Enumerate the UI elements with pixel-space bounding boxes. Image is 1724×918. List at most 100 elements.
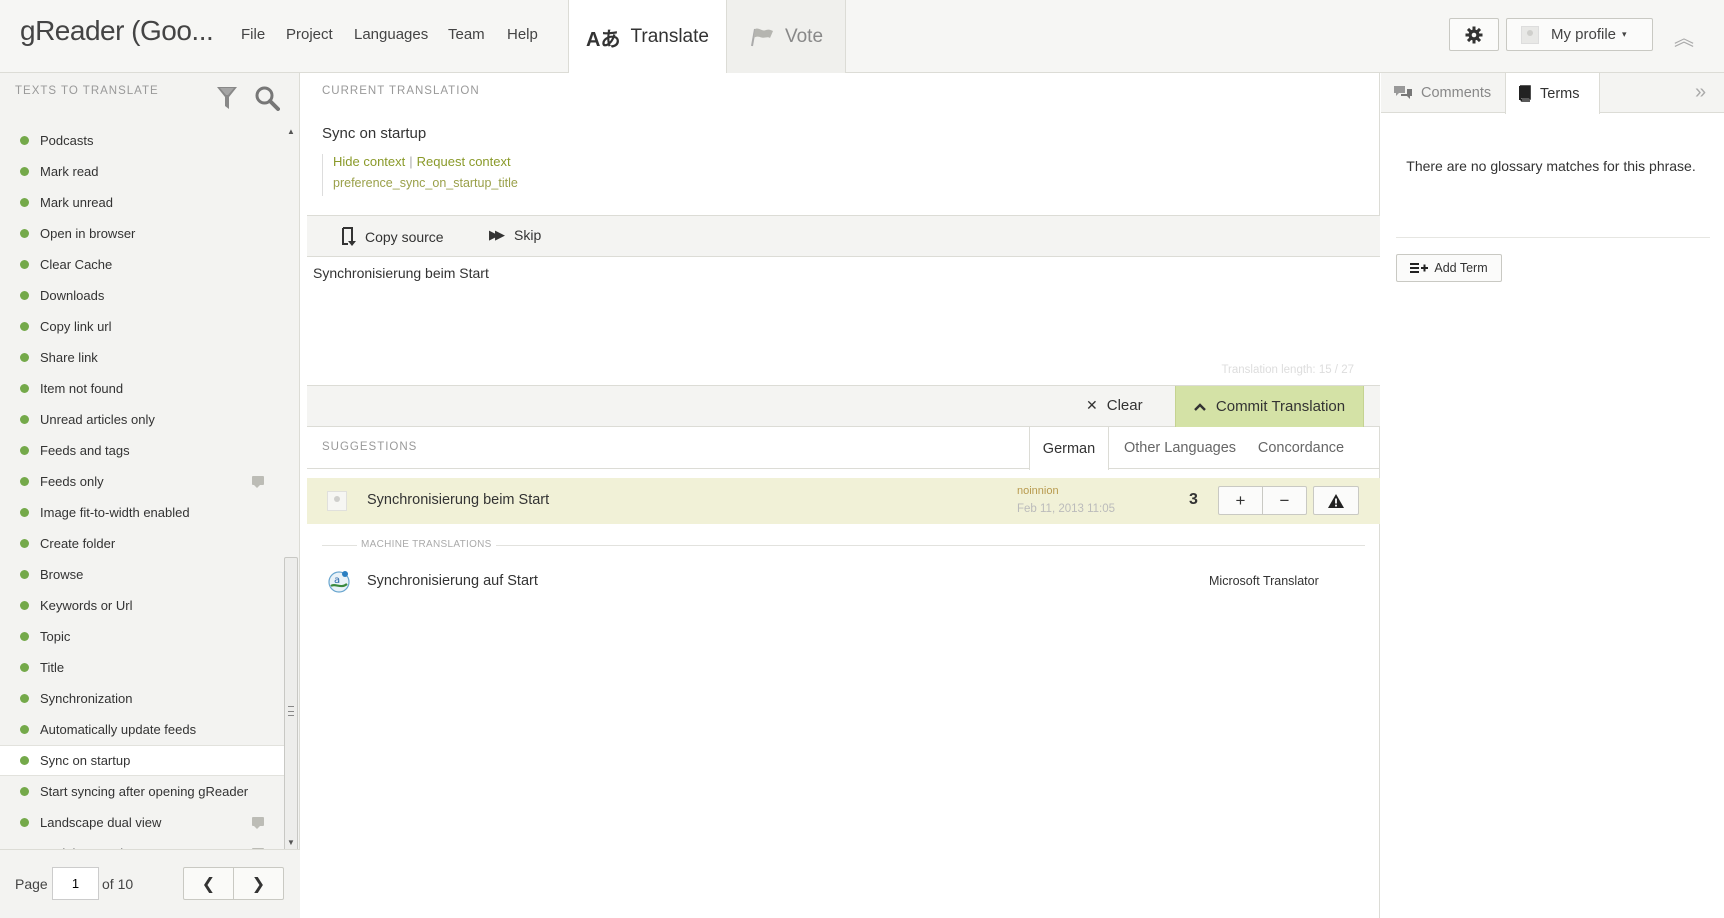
string-list-item-label: Copy link url: [40, 319, 112, 334]
string-list-item-label: Topic: [40, 629, 71, 644]
current-translation-heading: CURRENT TRANSLATION: [322, 85, 480, 97]
request-context-link[interactable]: Request context: [417, 154, 511, 169]
minus-icon: −: [1279, 490, 1290, 510]
skip-label: Skip: [514, 227, 542, 243]
string-list-item-label: Keywords or Url: [40, 598, 133, 613]
string-list-item[interactable]: Item not found: [0, 373, 284, 404]
gear-icon: [1465, 26, 1483, 43]
string-list-item[interactable]: Downloads: [0, 280, 284, 311]
caret-down-icon: ▾: [1622, 29, 1627, 39]
clear-label: Clear: [1106, 397, 1143, 414]
collapse-panel-icon[interactable]: »: [1695, 81, 1706, 104]
string-list-item[interactable]: Open in browser: [0, 218, 284, 249]
translated-status-icon: [20, 415, 29, 424]
string-key: preference_sync_on_startup_title: [333, 176, 518, 190]
page-number-input[interactable]: [52, 867, 99, 900]
suggestion-row[interactable]: Synchronisierung beim Start noinnion Feb…: [307, 478, 1380, 524]
grip-icon: [288, 706, 294, 716]
tab-comments[interactable]: Comments: [1393, 73, 1491, 113]
skip-button[interactable]: ▶▶ Skip: [489, 227, 541, 243]
profile-button[interactable]: My profile ▾: [1506, 18, 1653, 51]
copy-source-button[interactable]: Copy source: [340, 227, 444, 247]
string-list-item[interactable]: Image fit-to-width enabled: [0, 497, 284, 528]
menu-help[interactable]: Help: [507, 26, 538, 43]
string-list-item[interactable]: Social Network: [0, 838, 284, 849]
string-list-item[interactable]: Synchronization: [0, 683, 284, 714]
tab-german[interactable]: German: [1029, 427, 1109, 470]
project-title[interactable]: gReader (Goo...: [20, 15, 214, 47]
add-term-button[interactable]: Add Term: [1396, 254, 1502, 282]
translation-input[interactable]: Synchronisierung beim Start: [307, 257, 1380, 387]
string-list-item[interactable]: Title: [0, 652, 284, 683]
close-icon: ✕: [1086, 397, 1098, 413]
string-list-item[interactable]: Copy link url: [0, 311, 284, 342]
translated-status-icon: [20, 353, 29, 362]
translated-status-icon: [20, 756, 29, 765]
string-list-item[interactable]: Podcasts: [0, 125, 284, 156]
scroll-thumb[interactable]: [284, 557, 298, 867]
string-list-item[interactable]: Mark read: [0, 156, 284, 187]
plus-icon: +: [1235, 490, 1246, 510]
scroll-up-icon[interactable]: ▲: [287, 127, 295, 136]
tab-terms-label: Terms: [1540, 85, 1580, 102]
vote-up-button[interactable]: +: [1218, 486, 1263, 515]
string-list-item[interactable]: Automatically update feeds: [0, 714, 284, 745]
vote-down-button[interactable]: −: [1262, 486, 1307, 515]
string-list-item[interactable]: Share link: [0, 342, 284, 373]
menu-file[interactable]: File: [241, 26, 265, 43]
string-list-item-label: Landscape dual view: [40, 815, 162, 830]
strings-sidebar: TEXTS TO TRANSLATE Podcasts Mark read Mark…: [0, 73, 300, 918]
string-list-item[interactable]: Unread articles only: [0, 404, 284, 435]
settings-button[interactable]: [1449, 18, 1499, 51]
clear-button[interactable]: ✕ Clear: [1086, 397, 1143, 414]
tab-translate[interactable]: Aあ Translate: [568, 0, 727, 74]
chevron-right-icon: ❯: [251, 875, 266, 893]
translate-icon: Aあ: [586, 28, 621, 51]
string-list-item[interactable]: Browse: [0, 559, 284, 590]
translated-status-icon: [20, 663, 29, 672]
commit-translation-button[interactable]: Commit Translation: [1175, 386, 1364, 427]
tab-vote[interactable]: Vote: [726, 0, 846, 73]
previous-page-button[interactable]: ❮: [183, 867, 234, 900]
translated-status-icon: [20, 539, 29, 548]
tab-other-languages[interactable]: Other Languages: [1115, 427, 1245, 469]
string-list-item[interactable]: Clear Cache: [0, 249, 284, 280]
next-page-button[interactable]: ❯: [233, 867, 284, 900]
report-button[interactable]: [1313, 486, 1359, 515]
list-scrollbar[interactable]: ▲ ▼: [284, 125, 298, 867]
suggestion-author[interactable]: noinnion: [1017, 485, 1059, 497]
search-icon[interactable]: [254, 85, 280, 111]
right-panel-tabs: Comments Terms »: [1381, 73, 1724, 114]
tab-concordance[interactable]: Concordance: [1247, 427, 1355, 469]
scroll-down-icon[interactable]: ▼: [287, 838, 295, 847]
translated-status-icon: [20, 694, 29, 703]
string-list-item[interactable]: Landscape dual view: [0, 807, 284, 838]
right-panel: Comments Terms » There are no glossary m…: [1381, 73, 1724, 918]
sidebar-title: TEXTS TO TRANSLATE: [15, 85, 159, 97]
menu-languages[interactable]: Languages: [354, 26, 428, 43]
warning-icon: [1328, 493, 1344, 508]
suggestion-text: Synchronisierung beim Start: [367, 492, 550, 508]
string-list-item[interactable]: Feeds and tags: [0, 435, 284, 466]
menu-project[interactable]: Project: [286, 26, 333, 43]
string-list-item-label: Start syncing after opening gReader: [40, 784, 249, 799]
tab-terms[interactable]: Terms: [1505, 73, 1600, 114]
menu-team[interactable]: Team: [448, 26, 485, 43]
profile-label: My profile: [1551, 26, 1617, 43]
machine-translations-heading: MACHINE TRANSLATIONS: [357, 539, 496, 550]
string-list-item[interactable]: Mark unread: [0, 187, 284, 218]
commit-label: Commit Translation: [1215, 398, 1346, 415]
top-bar: gReader (Goo... File Project Languages T…: [0, 0, 1724, 74]
hide-context-link[interactable]: Hide context: [333, 154, 405, 169]
string-list-item[interactable]: Feeds only: [0, 466, 284, 497]
chevron-left-icon: ❮: [201, 875, 216, 893]
string-list-item[interactable]: Create folder: [0, 528, 284, 559]
machine-translation-text[interactable]: Synchronisierung auf Start: [367, 573, 538, 589]
string-list-item[interactable]: Start syncing after opening gReader: [0, 776, 284, 807]
collapse-header-icon[interactable]: ︽: [1674, 22, 1694, 51]
string-list-item[interactable]: Keywords or Url: [0, 590, 284, 621]
vote-count: 3: [1189, 491, 1198, 508]
filter-icon[interactable]: [216, 85, 238, 111]
string-list-item[interactable]: Sync on startup: [0, 745, 284, 776]
string-list-item[interactable]: Topic: [0, 621, 284, 652]
